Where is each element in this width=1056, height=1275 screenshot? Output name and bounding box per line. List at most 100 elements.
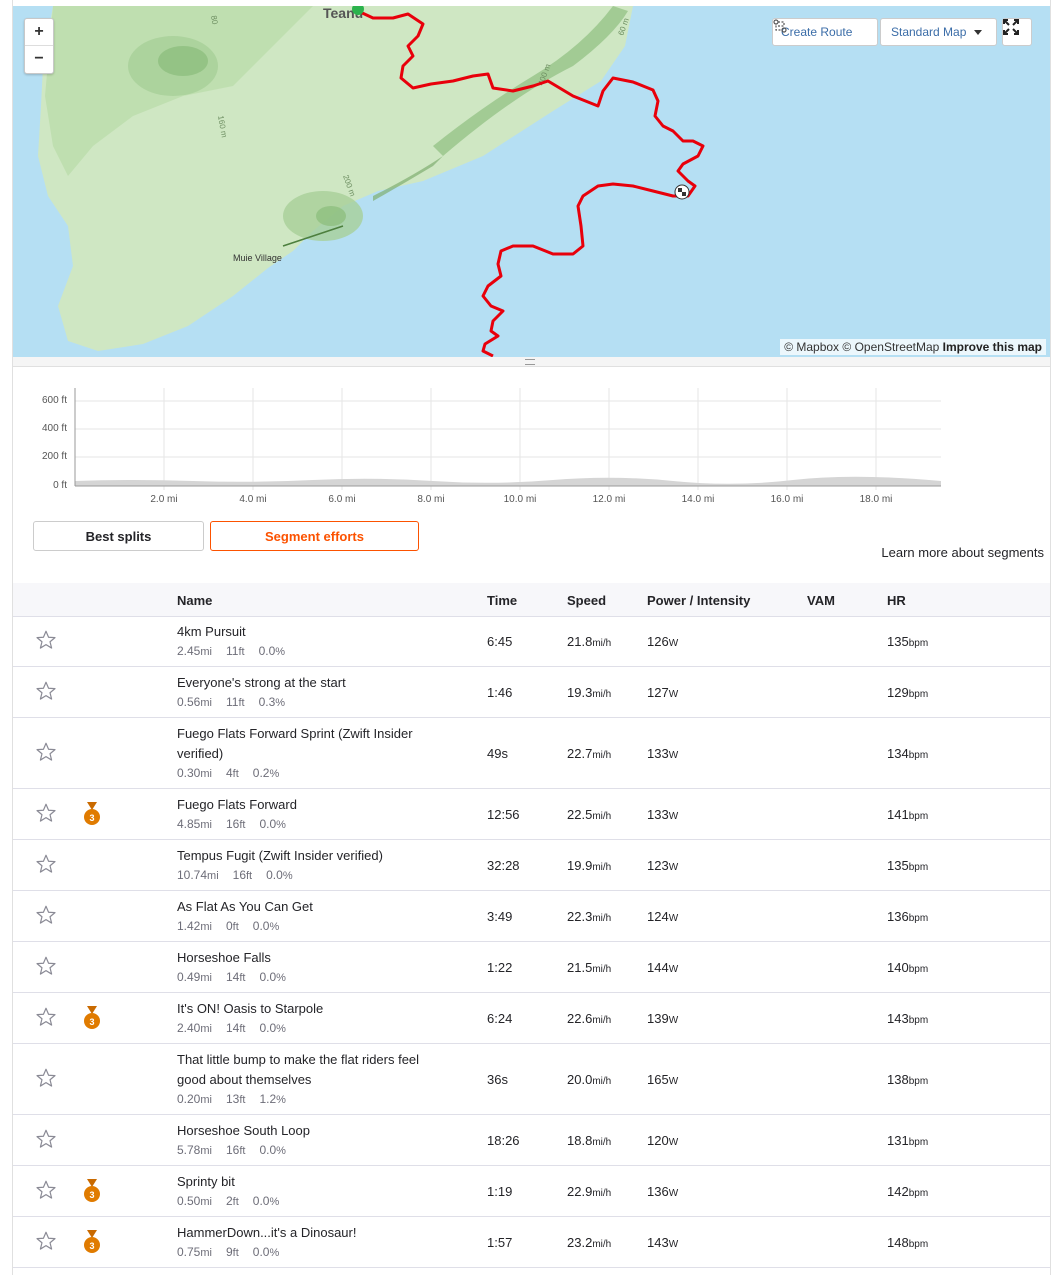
segment-name-link[interactable]: That little bump to make the flat riders… (177, 1050, 437, 1090)
segment-elevation: 11ft (225, 695, 245, 709)
map-attribution: © Mapbox © OpenStreetMap Improve this ma… (780, 339, 1046, 355)
segment-elevation: 2ft (225, 1194, 239, 1208)
segment-speed: 21.5mi/h (567, 960, 612, 975)
segment-distance: 1.42mi (177, 919, 212, 933)
osm-link[interactable]: © OpenStreetMap (842, 340, 939, 354)
create-route-button[interactable]: Create Route (772, 18, 878, 46)
map-resize-handle[interactable] (13, 357, 1050, 367)
route-icon (773, 19, 787, 33)
segment-power: 133W (647, 746, 679, 761)
y-axis-label: 600 ft (41, 395, 67, 406)
segment-name-link[interactable]: Everyone's strong at the start (177, 673, 437, 693)
star-icon[interactable] (35, 1006, 57, 1028)
segment-time: 3:49 (487, 909, 513, 924)
elevation-plot (74, 388, 941, 490)
route-map[interactable]: 160 m 200 m 400 m 80 60 m Muie Village T… (13, 6, 1050, 357)
segment-time: 6:24 (487, 1011, 513, 1026)
segment-name-link[interactable]: Fuego Flats Forward Sprint (Zwift Inside… (177, 724, 437, 764)
tab-best-splits[interactable]: Best splits (33, 521, 204, 551)
segment-speed: 19.9mi/h (567, 858, 612, 873)
segment-name-link[interactable]: Tempus Fugit (Zwift Insider verified) (177, 846, 437, 866)
star-icon[interactable] (35, 904, 57, 926)
header-name[interactable]: Name (177, 593, 212, 608)
map-style-dropdown[interactable]: Standard Map (880, 18, 997, 46)
improve-map-link[interactable]: Improve this map (943, 340, 1042, 354)
zoom-out-button[interactable]: − (25, 46, 53, 72)
segment-time: 1:19 (487, 1184, 513, 1199)
table-row[interactable]: As Flat As You Can Get 1.42mi 0ft 0.0% 3:49 2… (13, 891, 1050, 942)
create-route-label: Create Route (781, 25, 853, 39)
segment-name-link[interactable]: Horseshoe Falls (177, 948, 437, 968)
table-row[interactable]: 3 HammerDown...it's a Dinosaur! 0.75mi 9ft 0… (13, 1217, 1050, 1268)
table-row[interactable]: Tempus Fugit (Zwift Insider verified) 10.… (13, 840, 1050, 891)
segment-distance: 0.20mi (177, 1092, 212, 1106)
header-time[interactable]: Time (487, 593, 517, 608)
table-row[interactable]: 3 It's ON! Oasis to Starpole 2.40mi 14ft 0.0… (13, 993, 1050, 1044)
segment-distance: 0.56mi (177, 695, 212, 709)
segment-distance: 2.45mi (177, 644, 212, 658)
segment-power: 139W (647, 1011, 679, 1026)
zoom-in-button[interactable]: + (25, 19, 53, 46)
header-hr[interactable]: HR (887, 593, 906, 608)
segment-grade: 1.2% (259, 1092, 286, 1106)
segment-stats: 10.74mi 16ft 0.0% (177, 868, 307, 882)
segment-power: 127W (647, 685, 679, 700)
segment-time: 1:46 (487, 685, 513, 700)
segment-time: 49s (487, 746, 508, 761)
x-axis-label: 18.0 mi (859, 494, 893, 505)
segment-distance: 5.78mi (177, 1143, 212, 1157)
segment-name-link[interactable]: HammerDown...it's a Dinosaur! (177, 1223, 437, 1243)
segment-hr: 129bpm (887, 685, 929, 700)
segment-power: 143W (647, 1235, 679, 1250)
segment-speed: 22.5mi/h (567, 807, 612, 822)
tab-segment-efforts[interactable]: Segment efforts (210, 521, 419, 551)
header-power[interactable]: Power / Intensity (647, 593, 750, 608)
table-row[interactable]: 3 Sprinty bit 0.50mi 2ft 0.0% 1:19 22.9mi/h 136… (13, 1166, 1050, 1217)
table-row[interactable]: That little bump to make the flat riders… (13, 1044, 1050, 1115)
segment-time: 12:56 (487, 807, 520, 822)
segment-speed: 22.3mi/h (567, 909, 612, 924)
segment-stats: 4.85mi 16ft 0.0% (177, 817, 300, 831)
segment-power: 124W (647, 909, 679, 924)
table-row[interactable]: Everyone's strong at the start 0.56mi 11ft… (13, 667, 1050, 718)
table-row[interactable]: Horseshoe South Loop 5.78mi 16ft 0.0% 18:26 1… (13, 1115, 1050, 1166)
x-axis-label: 14.0 mi (681, 494, 715, 505)
star-icon[interactable] (35, 853, 57, 875)
star-icon[interactable] (35, 802, 57, 824)
mapbox-link[interactable]: © Mapbox (784, 340, 839, 354)
star-icon[interactable] (35, 629, 57, 651)
segment-speed: 22.7mi/h (567, 746, 612, 761)
segment-power: 123W (647, 858, 679, 873)
drag-handle-icon (525, 359, 535, 365)
star-icon[interactable] (35, 955, 57, 977)
segment-power: 133W (647, 807, 679, 822)
star-icon[interactable] (35, 1067, 57, 1089)
table-row[interactable]: 4km Pursuit 2.45mi 11ft 0.0% 6:45 21.8mi/h 126… (13, 616, 1050, 667)
segment-name-link[interactable]: Fuego Flats Forward (177, 795, 437, 815)
star-icon[interactable] (35, 680, 57, 702)
table-row[interactable]: Fuego Flats Forward Sprint (Zwift Inside… (13, 718, 1050, 789)
star-icon[interactable] (35, 1128, 57, 1150)
segment-hr: 142bpm (887, 1184, 929, 1199)
header-vam[interactable]: VAM (807, 593, 835, 608)
segment-name-link[interactable]: Horseshoe South Loop (177, 1121, 437, 1141)
expand-icon (1003, 19, 1019, 35)
table-row[interactable]: 3 Fuego Flats Forward 4.85mi 16ft 0.0% 12:56 2… (13, 789, 1050, 840)
segment-name-link[interactable]: As Flat As You Can Get (177, 897, 437, 917)
learn-more-link[interactable]: Learn more about segments (881, 545, 1044, 560)
star-icon[interactable] (35, 741, 57, 763)
segment-name-link[interactable]: 4km Pursuit (177, 622, 437, 642)
medal-icon: 3 (84, 1230, 100, 1253)
y-axis-label: 0 ft (53, 480, 67, 491)
header-speed[interactable]: Speed (567, 593, 606, 608)
segment-elevation: 4ft (225, 766, 239, 780)
elevation-chart: 600 ft 400 ft 200 ft 0 ft 2.0 mi 4.0 mi 6.0 m… (13, 380, 1050, 510)
table-row[interactable]: Horseshoe Falls 0.49mi 14ft 0.0% 1:22 21.5mi/… (13, 942, 1050, 993)
fullscreen-button[interactable] (1002, 18, 1032, 46)
star-icon[interactable] (35, 1179, 57, 1201)
segment-name-link[interactable]: It's ON! Oasis to Starpole (177, 999, 437, 1019)
segment-stats: 0.56mi 11ft 0.3% (177, 695, 299, 709)
star-icon[interactable] (35, 1230, 57, 1252)
segment-grade: 0.0% (266, 868, 293, 882)
segment-name-link[interactable]: Sprinty bit (177, 1172, 437, 1192)
